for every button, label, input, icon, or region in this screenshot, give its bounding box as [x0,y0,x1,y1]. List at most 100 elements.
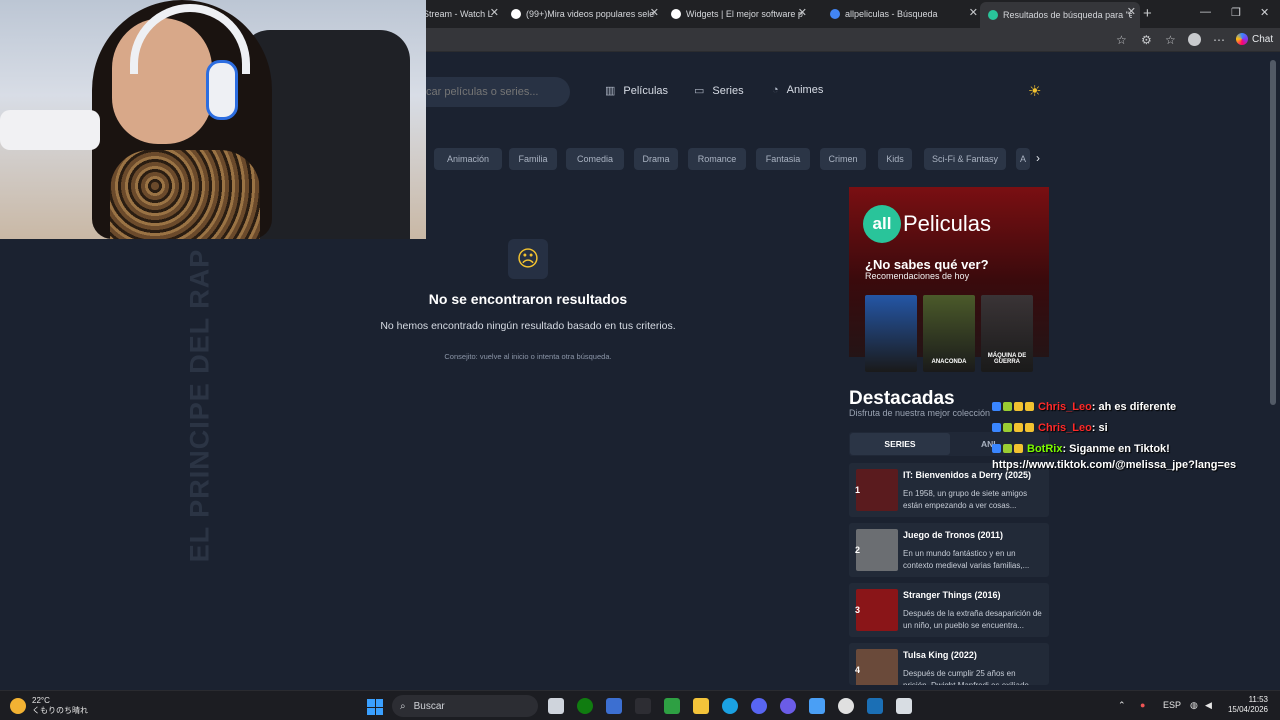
discord-icon[interactable] [751,698,767,714]
chrome-icon[interactable] [838,698,854,714]
stream-chat-overlay: Chris_Leo: ah es diferente Chris_Leo: si B… [992,396,1272,471]
ranking-item[interactable]: 2 Juego de Tronos (2011) En un mundo fantá… [849,523,1049,577]
language-indicator[interactable]: ESP [1163,700,1181,710]
obs-icon[interactable] [780,698,796,714]
chat-message: Chris_Leo: si [992,417,1272,438]
genre-chip[interactable]: Animación [434,148,502,170]
genre-chip[interactable]: Familia [509,148,557,170]
chat-text: : si [1091,421,1108,434]
maximize-icon[interactable]: ❐ [1231,6,1241,19]
genre-chip[interactable]: Fantasia [756,148,810,170]
poster-3[interactable]: MÁQUINA DE GUERRA [981,295,1033,372]
allpeliculas-logo: all Peliculas [863,205,991,243]
chat-username: BotRix [1027,442,1063,455]
headphone-cup [206,60,238,120]
search-input[interactable] [410,77,570,107]
browser-tab[interactable]: Widgets | El mejor software para g✕ [663,3,811,25]
tab-close-icon[interactable]: ✕ [490,6,499,19]
genre-chip[interactable]: Drama [634,148,678,170]
destacadas-subtitle: Disfruta de nuestra mejor colección [849,408,991,418]
genre-chip[interactable]: Crimen [820,148,866,170]
tab-close-icon[interactable]: ✕ [798,6,807,19]
steam-icon[interactable] [867,698,883,714]
ranking-number: 2 [855,545,861,555]
app-diamond-icon[interactable] [809,698,825,714]
minimize-icon[interactable]: — [1200,6,1211,18]
new-tab-icon[interactable]: + [1143,5,1152,22]
page-scrollbar[interactable] [1270,60,1276,405]
film-icon: ▥ [605,85,616,97]
genre-chip[interactable]: A [1016,148,1030,170]
windows-start-icon[interactable] [367,699,383,715]
microphone [0,110,100,150]
ranking-item[interactable]: 3 Stranger Things (2016) Después de la ext… [849,583,1049,637]
poster-2[interactable]: ANACONDA [923,295,975,372]
ranking-number: 3 [855,605,861,615]
nav-peliculas[interactable]: ▥ Películas [605,84,668,98]
tab-close-icon[interactable]: ✕ [650,6,659,19]
microphone-icon[interactable]: ● [1140,700,1145,710]
taskbar-search[interactable]: ⌕ Buscar [392,695,538,717]
tab-close-icon[interactable]: ✕ [969,6,978,19]
genre-chip[interactable]: Sci-Fi & Fantasy [924,148,1006,170]
tab-favicon-icon [671,9,681,19]
genre-chip[interactable]: Romance [688,148,746,170]
browser-tab[interactable]: allpeliculas - Búsqueda ✕ [822,3,982,25]
volume-icon[interactable]: ◀ [1205,700,1212,711]
browser-tab[interactable]: Stream - Watch L ✕ [415,3,503,25]
genre-chip[interactable]: Comedia [566,148,624,170]
ranking-title: Juego de Tronos (2011) [903,530,1004,540]
windows-taskbar: 22°C くもりのち晴れ ⌕ Buscar ⌃ ● ESP ◍ ◀ 11:53 … [0,690,1280,720]
flame-icon: ◔ [772,84,779,96]
favorite-star-icon[interactable]: ☆ [1116,33,1127,47]
destacadas-title: Destacadas [849,388,955,409]
file-explorer-icon[interactable] [693,698,709,714]
task-view-icon[interactable] [548,698,564,714]
ranking-title: IT: Bienvenidos a Derry (2025) [903,470,1032,480]
xbox-icon[interactable] [577,698,593,714]
tab-close-icon[interactable]: ✕ [1127,5,1136,18]
tray-chevron-icon[interactable]: ⌃ [1118,700,1126,711]
browser-tab[interactable]: Resultados de búsqueda para "el p ✕ [980,2,1140,28]
search-icon: ⌕ [400,700,406,712]
favorites-icon[interactable]: ☆ [1165,33,1176,47]
chevron-right-icon[interactable]: › [1036,151,1040,165]
chat-text: : Siganme en Tiktok! [1062,442,1170,455]
empty-state-subtitle: No hemos encontrado ningún resultado bas… [380,320,676,332]
nvidia-icon[interactable] [664,698,680,714]
browser-tab[interactable]: (99+)Mira videos populares selecc ✕ [503,3,663,25]
promo-banner[interactable]: all Peliculas ¿No sabes qué ver? Recomen… [849,187,1049,372]
close-window-icon[interactable]: ✕ [1260,6,1269,19]
genre-chip[interactable]: Kids [878,148,912,170]
tab-favicon-icon [511,9,521,19]
chat-badges-icon [992,444,1023,453]
network-icon[interactable]: ◍ [1190,700,1198,711]
tab-series[interactable]: SERIES [850,433,950,455]
tab-favicon-icon [988,10,998,20]
chat-message: Chris_Leo: ah es diferente [992,396,1272,417]
poster-1[interactable] [865,295,917,372]
profile-avatar[interactable] [1188,33,1201,46]
chat-badges-icon [992,402,1034,411]
nav-animes[interactable]: ◔ Animes [772,84,823,96]
app-g-icon[interactable] [635,698,651,714]
ranking-item[interactable]: 1 IT: Bienvenidos a Derry (2025) En 1958, … [849,463,1049,517]
weather-widget[interactable]: 22°C くもりのち晴れ [10,696,88,716]
ranking-number: 1 [855,485,861,495]
watermark: EL PRINCIPE DEL RAP [184,248,215,562]
empty-state-tip: Consejito: vuelve al inicio o intenta ot… [444,352,612,361]
extensions-icon[interactable]: ⚙ [1141,33,1152,47]
clock[interactable]: 11:53 15/04/2026 [1224,695,1268,715]
sun-icon[interactable]: ☀ [1028,82,1041,100]
store-icon[interactable] [606,698,622,714]
sad-face-icon: ☹ [508,239,548,279]
nav-series[interactable]: ▭ Series [694,84,744,98]
ranking-description: Después de cumplir 25 años en prisión, D… [903,669,1036,685]
more-menu-icon[interactable]: ⋯ [1213,33,1225,47]
edge-icon[interactable] [722,698,738,714]
app-window-icon[interactable] [896,698,912,714]
ranking-item[interactable]: 4 Tulsa King (2022) Después de cumplir 25 … [849,643,1049,685]
streamer-body [110,150,260,239]
copilot-chat-button[interactable]: Chat [1236,33,1273,45]
weather-icon [10,698,26,714]
